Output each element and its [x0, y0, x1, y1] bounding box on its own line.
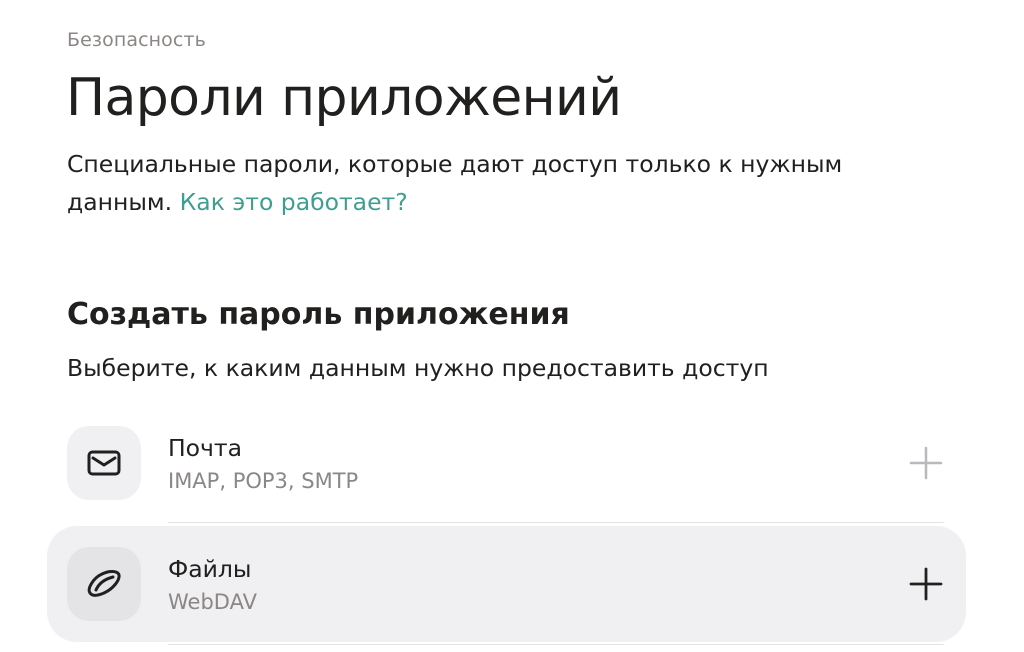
app-type-item-mail[interactable]: Почта IMAP, POP3, SMTP — [47, 405, 966, 521]
item-subtitle: IMAP, POP3, SMTP — [168, 469, 359, 493]
divider — [168, 522, 944, 523]
item-title: Файлы — [168, 555, 252, 583]
create-section-title: Создать пароль приложения — [67, 297, 570, 332]
page-title: Пароли приложений — [66, 68, 622, 128]
divider — [168, 644, 944, 645]
how-it-works-link[interactable]: Как это работает? — [180, 188, 408, 216]
item-title: Почта — [168, 434, 243, 462]
envelope-icon — [67, 426, 141, 500]
plus-icon[interactable] — [908, 566, 944, 602]
disk-icon — [67, 547, 141, 621]
page-description: Специальные пароли, которые дают доступ … — [67, 145, 867, 221]
app-passwords-page: Безопасность Пароли приложений Специальн… — [0, 0, 1024, 652]
item-subtitle: WebDAV — [168, 590, 257, 614]
app-type-item-files[interactable]: Файлы WebDAV — [47, 526, 966, 642]
create-section-subtitle: Выберите, к каким данным нужно предостав… — [67, 354, 769, 382]
breadcrumb[interactable]: Безопасность — [67, 29, 206, 51]
plus-icon[interactable] — [908, 445, 944, 481]
